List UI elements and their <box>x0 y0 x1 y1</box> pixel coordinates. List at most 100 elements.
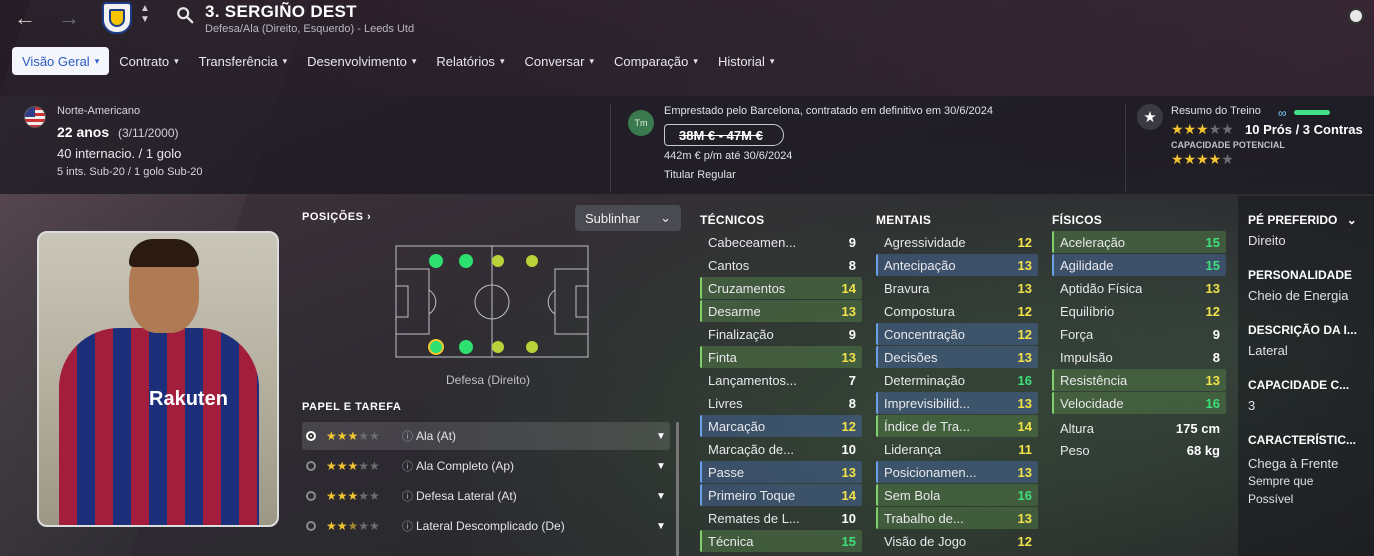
attribute-row[interactable]: Velocidade 16 <box>1052 392 1226 414</box>
role-row[interactable]: ★★★★★ ⓘ Ala (At) ▼ <box>302 422 670 450</box>
attribute-row[interactable]: Bravura 13 <box>876 277 1038 299</box>
current-ability-stars: ★★★★★ <box>1171 121 1234 137</box>
attribute-row[interactable]: Primeiro Toque 14 <box>700 484 862 506</box>
info-icon[interactable]: ⓘ <box>402 458 416 474</box>
attribute-row[interactable]: Passe 13 <box>700 461 862 483</box>
weight-row: Peso 68 kg <box>1060 443 1220 458</box>
trait-line: Chega à Frente <box>1248 456 1339 471</box>
attribute-row[interactable]: Cantos 8 <box>700 254 862 276</box>
attribute-value: 13 <box>1017 257 1032 273</box>
attribute-row[interactable]: Concentração 12 <box>876 323 1038 345</box>
radio-button[interactable] <box>306 461 316 471</box>
info-icon[interactable]: ⓘ <box>402 488 416 504</box>
attribute-row[interactable]: Técnica 15 <box>700 530 862 552</box>
attribute-value: 12 <box>1205 303 1220 319</box>
transfermarkt-badge[interactable]: Tm <box>628 110 654 136</box>
preferred-foot-label[interactable]: PÉ PREFERIDO ⌄ <box>1248 213 1357 227</box>
attribute-row[interactable]: Equilíbrio 12 <box>1052 300 1226 322</box>
binoculars-icon: ∞ <box>1278 106 1287 120</box>
radio-button[interactable] <box>306 431 316 441</box>
highlight-dropdown[interactable]: Sublinhar ⌄ <box>575 205 681 231</box>
attribute-row[interactable]: Finalização 9 <box>700 323 862 345</box>
attribute-row[interactable]: Imprevisibilid... 13 <box>876 392 1038 414</box>
usa-flag-icon <box>24 106 46 128</box>
tab-comparison[interactable]: Comparação ▾ <box>604 47 708 75</box>
football-icon[interactable] <box>1348 8 1364 24</box>
role-row[interactable]: ★★★★★ ⓘ Lateral Descomplicado (De) ▼ <box>302 512 670 540</box>
role-row[interactable]: ★★★★★ ⓘ Defesa Lateral (At) ▼ <box>302 482 670 510</box>
potential-ability-stars: ★★★★★ <box>1171 151 1234 167</box>
age: 22 anos <box>57 124 110 140</box>
attribute-value: 14 <box>841 487 856 503</box>
position-caption: Defesa (Direito) <box>446 373 531 387</box>
radio-button[interactable] <box>306 491 316 501</box>
attribute-value: 12 <box>1017 234 1032 250</box>
attribute-row[interactable]: Liderança 11 <box>876 438 1038 460</box>
attribute-row[interactable]: Força 9 <box>1052 323 1226 345</box>
transfer-value[interactable]: 38M € - 47M € <box>664 124 784 146</box>
forward-arrow-icon[interactable]: → <box>58 5 80 31</box>
attribute-row[interactable]: Remates de L... 10 <box>700 507 862 529</box>
attribute-value: 12 <box>1017 303 1032 319</box>
attribute-row[interactable]: Trabalho de... 13 <box>876 507 1038 529</box>
weight-value: 68 kg <box>1186 443 1220 458</box>
role-row[interactable]: ★★★★★ ⓘ Ala Completo (Ap) ▼ <box>302 452 670 480</box>
info-icon[interactable]: ⓘ <box>402 518 416 534</box>
attribute-row[interactable]: Antecipação 13 <box>876 254 1038 276</box>
attribute-name: Resistência <box>1060 372 1128 388</box>
attribute-row[interactable]: Marcação de... 10 <box>700 438 862 460</box>
back-arrow-icon[interactable]: ← <box>14 5 36 31</box>
attribute-value: 10 <box>841 510 856 526</box>
chevron-down-icon[interactable]: ▼ <box>656 521 670 532</box>
attribute-row[interactable]: Determinação 16 <box>876 369 1038 391</box>
search-icon[interactable] <box>176 6 194 24</box>
attribute-row[interactable]: Agressividade 12 <box>876 231 1038 253</box>
chevron-down-icon: ▾ <box>411 55 417 66</box>
chevron-down-icon: ⌄ <box>660 210 671 225</box>
tab-history[interactable]: Historial ▾ <box>708 47 785 75</box>
chevron-down-icon[interactable]: ▼ <box>656 431 670 442</box>
positions-heading[interactable]: POSIÇÕES › <box>302 211 371 223</box>
tab-reports[interactable]: Relatórios ▾ <box>426 47 514 75</box>
pros-cons: 10 Prós / 3 Contras <box>1245 122 1363 137</box>
attribute-row[interactable]: Visão de Jogo 12 <box>876 530 1038 552</box>
attribute-row[interactable]: Resistência 13 <box>1052 369 1226 391</box>
player-switch-arrows-icon[interactable]: ▲ ▼ <box>140 3 150 25</box>
radio-button[interactable] <box>306 521 316 531</box>
attribute-row[interactable]: Decisões 13 <box>876 346 1038 368</box>
attribute-row[interactable]: Posicionamen... 13 <box>876 461 1038 483</box>
chevron-down-icon[interactable]: ▼ <box>656 461 670 472</box>
tab-contract[interactable]: Contrato ▾ <box>109 47 188 75</box>
attribute-row[interactable]: Finta 13 <box>700 346 862 368</box>
attribute-row[interactable]: Livres 8 <box>700 392 862 414</box>
attribute-row[interactable]: Marcação 12 <box>700 415 862 437</box>
tab-transfer[interactable]: Transferência ▾ <box>189 47 298 75</box>
attribute-row[interactable]: Índice de Tra... 14 <box>876 415 1038 437</box>
chevron-down-icon[interactable]: ▼ <box>656 491 670 502</box>
attribute-value: 8 <box>1212 349 1220 365</box>
international-caps: 40 internacio. / 1 golo <box>57 146 182 161</box>
attribute-value: 9 <box>848 234 856 250</box>
tab-talk[interactable]: Conversar ▾ <box>514 47 604 75</box>
attribute-name: Agilidade <box>1060 257 1114 273</box>
attribute-row[interactable]: Impulsão 8 <box>1052 346 1226 368</box>
club-crest-icon[interactable] <box>102 2 132 34</box>
player-name-title: 3. SERGIÑO DEST <box>205 2 357 21</box>
info-icon[interactable]: ⓘ <box>402 428 416 444</box>
attribute-value: 13 <box>841 349 856 365</box>
attribute-row[interactable]: Sem Bola 16 <box>876 484 1038 506</box>
attribute-row[interactable]: Desarme 13 <box>700 300 862 322</box>
attribute-row[interactable]: Lançamentos... 7 <box>700 369 862 391</box>
tab-overview[interactable]: Visão Geral ▾ <box>12 47 110 75</box>
attribute-row[interactable]: Cruzamentos 14 <box>700 277 862 299</box>
attribute-name: Desarme <box>708 303 761 319</box>
training-summary-label[interactable]: Resumo do Treino <box>1171 105 1261 117</box>
attribute-row[interactable]: Aceleração 15 <box>1052 231 1226 253</box>
attribute-name: Velocidade <box>1060 395 1124 411</box>
scrollbar[interactable] <box>676 422 679 556</box>
attribute-row[interactable]: Aptidão Física 13 <box>1052 277 1226 299</box>
tab-development[interactable]: Desenvolvimento ▾ <box>297 47 426 75</box>
attribute-row[interactable]: Agilidade 15 <box>1052 254 1226 276</box>
attribute-row[interactable]: Compostura 12 <box>876 300 1038 322</box>
attribute-row[interactable]: Cabeceamen... 9 <box>700 231 862 253</box>
